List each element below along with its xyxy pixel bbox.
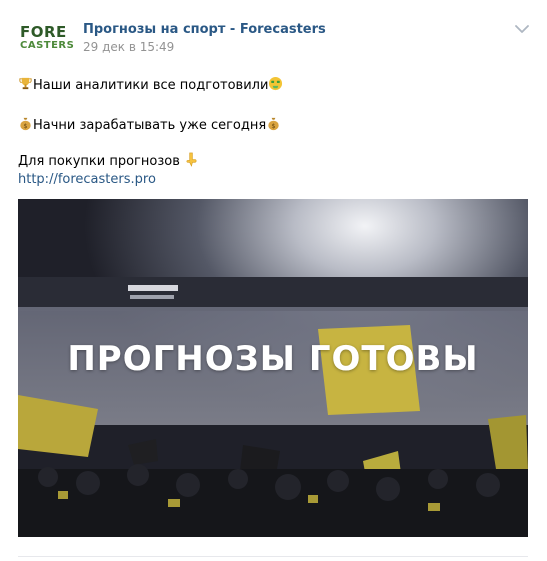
money-bag-icon: $ [268, 117, 279, 130]
post-date[interactable]: 29 дек в 15:49 [83, 40, 174, 54]
money-bag-icon: $ [20, 117, 31, 130]
post-text-3: Для покупки прогнозов [18, 154, 180, 169]
author-link[interactable]: Прогнозы на спорт - Forecasters [83, 22, 326, 37]
trophy-icon [19, 77, 32, 90]
svg-text:$: $ [272, 122, 276, 130]
avatar[interactable]: FORE CASTERS [18, 18, 74, 58]
post-image[interactable]: ПРОГНОЗЫ ГОТОВЫ [18, 199, 528, 537]
post-divider [18, 556, 528, 557]
point-down-icon [186, 152, 197, 167]
post-text-line-2: $ Начни зарабатывать уже сегодня $ [18, 116, 281, 135]
post-text-line-3: Для покупки прогнозов [18, 152, 199, 171]
logo-text-bottom: CASTERS [20, 40, 75, 51]
post-link[interactable]: http://forecasters.pro [18, 171, 156, 189]
wall-post: FORE CASTERS Прогнозы на спорт - Forecas… [0, 0, 547, 561]
post-text-1: Наши аналитики все подготовили [33, 78, 269, 93]
post-text-2: Начни зарабатывать уже сегодня [33, 118, 267, 133]
logo-text-top: FORE [20, 23, 67, 41]
svg-text:$: $ [23, 122, 27, 130]
money-face-icon [269, 76, 283, 91]
image-caption: ПРОГНОЗЫ ГОТОВЫ [67, 339, 479, 379]
post-header: FORE CASTERS Прогнозы на спорт - Forecas… [18, 18, 529, 58]
chevron-down-icon[interactable] [515, 24, 529, 34]
post-text-line-1: Наши аналитики все подготовили [18, 76, 283, 95]
